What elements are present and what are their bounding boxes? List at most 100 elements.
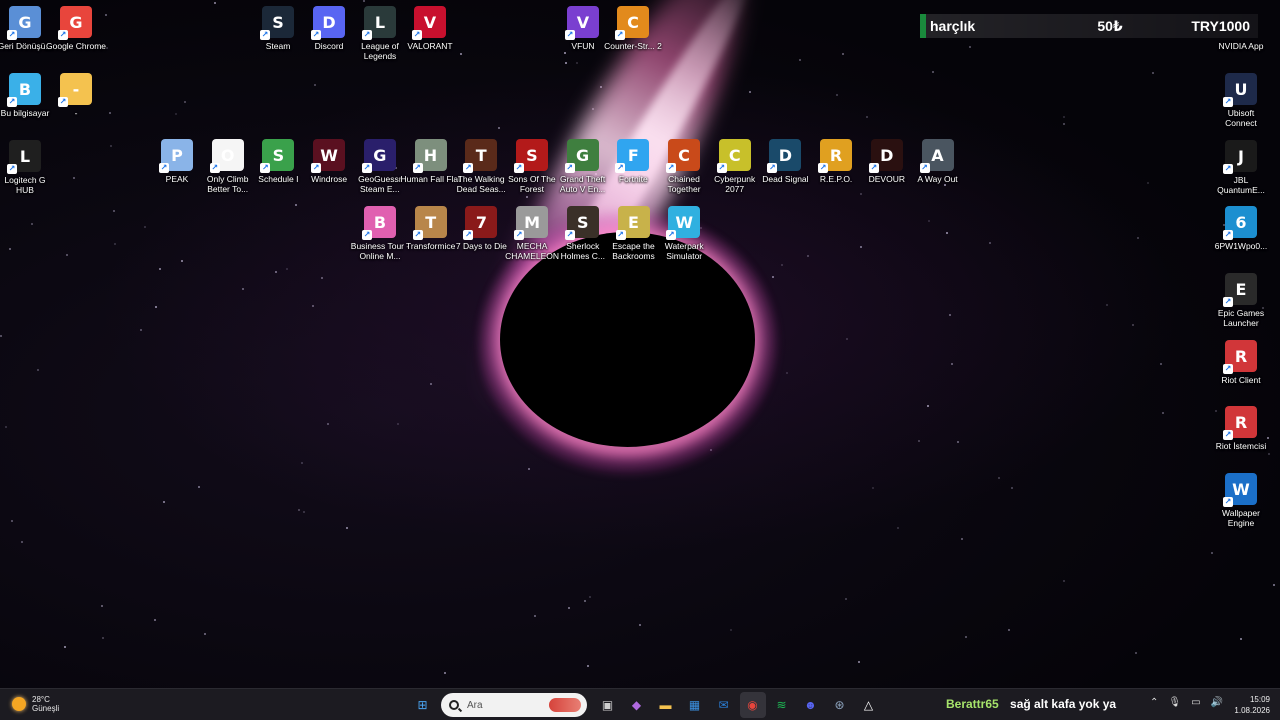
shortcut-arrow-icon: ↗ <box>1223 364 1233 374</box>
awayout-icon: A ↗ <box>919 139 954 173</box>
star <box>989 241 992 244</box>
peak-icon: P ↗ <box>159 139 193 173</box>
desktop-shortcut[interactable]: 6 ↗ 6PW1Wpo0... <box>1211 202 1271 251</box>
windows-start-icon[interactable]: ⊞ <box>410 692 436 718</box>
weather-widget[interactable]: 28°C Güneşli <box>12 695 59 713</box>
vfun-icon: V ↗ <box>565 6 599 40</box>
jbl-icon: J ↗ <box>1223 140 1257 174</box>
star <box>1147 181 1150 184</box>
weather-temp: 28°C <box>32 695 50 704</box>
desktop-shortcut[interactable]: G ↗ Google Chrome <box>46 2 106 51</box>
mail-icon[interactable]: ✉ <box>711 692 737 718</box>
star <box>859 193 862 196</box>
ticker-message: sağ alt kafa yok ya <box>1010 697 1117 711</box>
desktop-shortcut[interactable]: L ↗ Logitech G HUB <box>0 136 55 195</box>
backrooms-icon: E ↗ <box>615 206 650 240</box>
weather-desc: Güneşli <box>32 704 60 713</box>
desktop-shortcut[interactable]: E ↗ Epic Games Launcher <box>1211 269 1271 328</box>
chevron-up-icon[interactable]: ⌃ <box>1150 697 1158 708</box>
sun-icon <box>12 697 26 711</box>
star <box>729 628 732 631</box>
desktop-shortcut[interactable]: R ↗ Riot İstemcisi <box>1211 402 1271 451</box>
shortcut-arrow-icon: ↗ <box>412 30 422 40</box>
steam-icon[interactable]: ⊛ <box>827 692 853 718</box>
sherlock-icon: S ↗ <box>564 206 599 240</box>
star <box>841 52 844 55</box>
shortcut-label: 6PW1Wpo0... <box>1214 241 1268 251</box>
riot-icon: R ↗ <box>1223 340 1257 374</box>
shortcut-arrow-icon: ↗ <box>615 230 626 240</box>
star <box>998 476 1001 479</box>
shortcut-arrow-icon: ↗ <box>361 163 372 173</box>
ticker-user: Berattr65 <box>946 697 999 711</box>
star <box>106 47 109 50</box>
shortcut-arrow-icon: ↗ <box>311 30 321 40</box>
shortcut-arrow-icon: ↗ <box>868 163 879 173</box>
cloud-icon[interactable]: △ <box>856 692 882 718</box>
shortcut-label: Logitech G HUB <box>4 175 46 195</box>
desktop-shortcut[interactable]: J ↗ JBL QuantumE... <box>1211 136 1271 195</box>
chrome-icon: G ↗ <box>58 6 92 40</box>
desktop-shortcut[interactable]: A ↗ A Way Out <box>908 135 968 184</box>
cyberpunk-icon: C ↗ <box>716 139 751 173</box>
desktop-shortcut[interactable]: V ↗ VALORANT <box>400 2 460 51</box>
store-icon[interactable]: ▦ <box>682 692 708 718</box>
star <box>100 604 103 607</box>
cs2-icon: C ↗ <box>615 6 649 40</box>
volume-icon[interactable]: 🔊 <box>1211 697 1223 708</box>
star <box>285 268 288 271</box>
star <box>798 59 801 62</box>
star <box>460 53 463 56</box>
star <box>564 61 567 64</box>
businesstour-icon: B ↗ <box>362 206 396 240</box>
star <box>298 509 301 512</box>
task-view-icon[interactable]: ▣ <box>595 692 621 718</box>
network-icon[interactable]: ▭ <box>1191 697 1200 708</box>
star <box>0 335 3 338</box>
desktop-shortcut[interactable]: - ↗ - <box>46 69 106 118</box>
star <box>114 242 117 245</box>
shortcut-arrow-icon: ↗ <box>1223 297 1233 307</box>
shortcut-arrow-icon: ↗ <box>58 30 68 40</box>
star <box>108 112 111 115</box>
star <box>589 595 592 598</box>
desktop-shortcut[interactable]: W ↗ Waterpark Simulator <box>654 202 714 261</box>
widget-amount: 50₺ <box>1097 17 1123 34</box>
clock[interactable]: 15:09 1.08.2026 <box>1232 694 1270 716</box>
microphone-icon[interactable]: 🎙 <box>1168 697 1181 708</box>
chained-icon: C ↗ <box>666 139 700 173</box>
discord-icon[interactable]: ☻ <box>798 692 824 718</box>
shortcut-arrow-icon: ↗ <box>362 230 372 240</box>
shortcut-arrow-icon: ↗ <box>666 230 677 240</box>
shortcut-arrow-icon: ↗ <box>412 163 423 173</box>
star <box>845 338 848 341</box>
desktop-shortcut[interactable]: U ↗ Ubisoft Connect <box>1211 69 1271 128</box>
desktop-shortcut[interactable]: W ↗ Wallpaper Engine <box>1211 469 1271 528</box>
star <box>314 83 317 86</box>
chrome-icon[interactable]: ◉ <box>739 692 766 718</box>
star <box>1152 72 1155 75</box>
search-box[interactable]: Ara <box>441 693 587 717</box>
star <box>154 305 157 308</box>
desktop-shortcut[interactable]: R ↗ Riot Client <box>1211 336 1271 385</box>
devour-icon: D ↗ <box>868 139 903 173</box>
star <box>926 404 929 407</box>
star <box>951 362 954 365</box>
shortcut-arrow-icon: ↗ <box>615 30 625 40</box>
star <box>30 222 33 225</box>
star <box>21 540 24 543</box>
star <box>294 203 297 206</box>
copilot-icon[interactable]: ◆ <box>624 692 650 718</box>
star <box>8 247 11 250</box>
star <box>917 439 920 442</box>
star <box>872 486 875 489</box>
star <box>897 526 900 529</box>
spotify-icon[interactable]: ≋ <box>769 692 795 718</box>
shortcut-label: Google Chrome <box>46 41 107 51</box>
star <box>1159 363 1162 366</box>
shortcut-label: Wallpaper Engine <box>1222 508 1260 528</box>
desktop-shortcut[interactable]: C ↗ Counter-Str... 2 <box>603 2 663 51</box>
file-explorer-icon[interactable]: ▬ <box>653 692 679 718</box>
steam-icon: S ↗ <box>260 6 294 40</box>
discord-icon: D ↗ <box>311 6 345 40</box>
